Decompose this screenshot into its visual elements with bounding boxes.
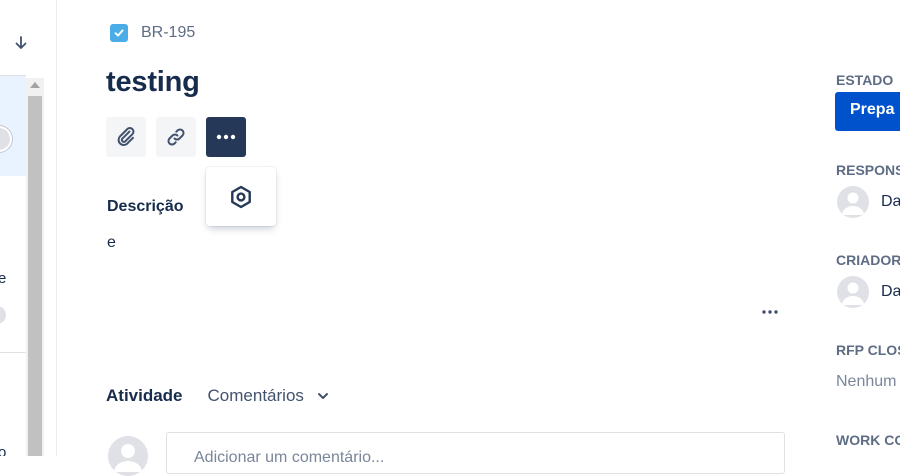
activity-header: Atividade Comentários [106, 386, 330, 406]
issue-title[interactable]: testing [106, 66, 200, 99]
reporter-name: Da [881, 283, 900, 300]
assignee-field[interactable]: Da [837, 186, 900, 218]
link-icon [167, 128, 185, 146]
avatar [837, 186, 869, 218]
reporter-field-label: CRIADOR [836, 252, 900, 268]
more-horizontal-icon [216, 134, 236, 140]
rfp-closing-field-label: RFP CLOS [836, 342, 900, 358]
more-actions-dropdown [206, 167, 276, 226]
arrow-down-icon[interactable] [11, 33, 31, 53]
status-field-label: ESTADO [836, 72, 894, 88]
attach-button[interactable] [106, 117, 146, 157]
avatar [837, 276, 869, 308]
comment-placeholder: Adicionar um comentário... [194, 449, 385, 466]
reporter-field[interactable]: Da [837, 276, 900, 308]
more-horizontal-icon[interactable] [758, 304, 782, 320]
issue-key-link[interactable]: BR-195 [141, 24, 195, 42]
list-item-text: e [0, 270, 6, 287]
description-body[interactable]: e [107, 234, 116, 252]
checkbox-icon [110, 24, 128, 42]
activity-heading: Atividade [106, 386, 183, 405]
paperclip-icon [117, 127, 135, 146]
description-heading: Descrição [107, 198, 184, 215]
scrollbar-thumb[interactable] [28, 96, 42, 456]
left-issue-list-panel: e o [0, 0, 57, 456]
more-actions-button[interactable] [206, 117, 246, 157]
list-item-text: o [0, 444, 6, 456]
assignee-field-label: RESPONSÁ [836, 162, 900, 178]
avatar [108, 436, 148, 476]
assignee-name: Da [881, 193, 900, 210]
hexagon-settings-icon[interactable] [228, 184, 254, 210]
rfp-closing-value[interactable]: Nenhum [836, 373, 896, 391]
work-field-label: WORK CO [836, 432, 900, 448]
chevron-down-icon [317, 393, 328, 399]
avatar [0, 306, 6, 324]
list-divider [0, 352, 26, 353]
activity-filter-label: Comentários [207, 386, 304, 405]
comment-input[interactable]: Adicionar um comentário... [166, 432, 785, 474]
status-button[interactable]: Prepa [835, 92, 900, 131]
breadcrumb: BR-195 [110, 24, 195, 42]
link-issue-button[interactable] [156, 117, 196, 157]
activity-filter-dropdown[interactable]: Comentários [208, 386, 330, 406]
scroll-up-arrow-icon[interactable] [30, 82, 40, 88]
